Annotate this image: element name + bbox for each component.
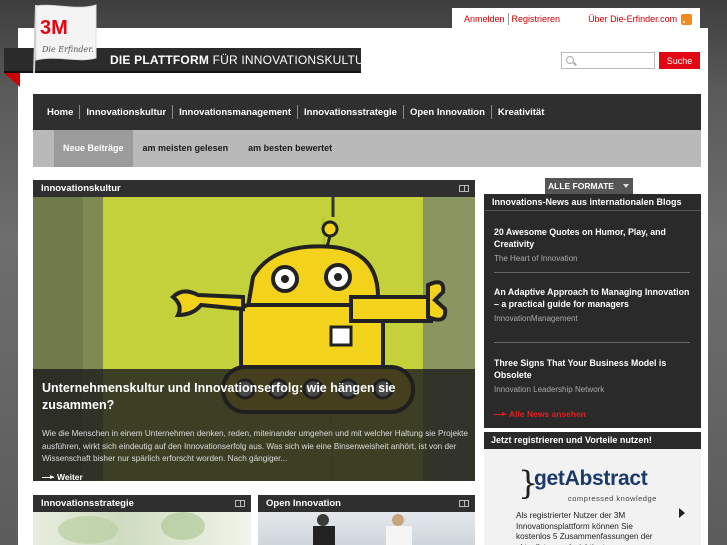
news-source: InnovationManagement — [494, 314, 578, 323]
search-input[interactable] — [561, 52, 655, 69]
news-item[interactable]: An Adaptive Approach to Managing Innovat… — [494, 286, 690, 323]
main-navigation: Home Innovationskultur Innovationsmanage… — [33, 94, 701, 130]
formats-dropdown[interactable]: ALLE FORMATE — [545, 178, 633, 194]
all-news-link[interactable]: Alle News ansehen — [494, 409, 586, 419]
nav-innovationskultur[interactable]: Innovationskultur — [80, 107, 172, 118]
tagline-bold: DIE PLATTFORM — [110, 53, 210, 67]
thumb-innovationsstrategie[interactable] — [33, 512, 251, 545]
tab-neue-beitraege[interactable]: Neue Beiträge — [54, 130, 133, 167]
grid-view-icon[interactable] — [459, 185, 469, 192]
thumb-open-innovation[interactable] — [258, 512, 475, 545]
box-innovationsstrategie-title[interactable]: Innovationsstrategie — [41, 498, 134, 509]
login-link[interactable]: Anmelden — [464, 14, 505, 24]
nav-kreativitaet[interactable]: Kreativität — [492, 107, 550, 118]
news-source: Innovation Leadership Network — [494, 385, 605, 394]
feature-more-label: Weiter — [57, 472, 83, 481]
news-source: The Heart of Innovation — [494, 254, 578, 263]
sub-navigation: Neue Beiträge am meisten gelesen am best… — [33, 130, 701, 167]
news-item[interactable]: Three Signs That Your Business Model is … — [494, 357, 690, 394]
news-item[interactable]: 20 Awesome Quotes on Humor, Play, and Cr… — [494, 226, 690, 263]
grid-view-icon[interactable] — [235, 500, 245, 507]
search-button[interactable]: Suche — [659, 52, 700, 69]
search-icon — [566, 56, 574, 64]
logo-3m-text: 3M — [40, 17, 68, 39]
feature-more-link[interactable]: Weiter — [42, 472, 83, 481]
getabstract-logo[interactable]: getAbstract — [520, 467, 648, 491]
divider — [494, 272, 690, 273]
arrow-right-icon — [42, 475, 54, 480]
arrow-right-icon — [494, 412, 506, 417]
feature-teaser: Wie die Menschen in einem Unternehmen de… — [42, 429, 468, 463]
news-title[interactable]: An Adaptive Approach to Managing Innovat… — [494, 286, 690, 310]
register-text: Als registrierter Nutzer der 3M Innovati… — [516, 511, 653, 545]
chevron-down-icon — [623, 184, 629, 188]
feature-article[interactable]: Unternehmenskultur und Innovationserfolg… — [33, 197, 475, 481]
brand-subtitle: compressed knowledge — [568, 494, 657, 503]
tab-best-bewertet[interactable]: am besten bewertet — [238, 130, 342, 167]
tagline-rest: FÜR INNOVATIONSKULTUR — [209, 53, 373, 67]
top-links: Anmelden Registrieren Über Die-Erfinder.… — [452, 8, 700, 30]
feature-category: Innovationskultur — [41, 183, 121, 194]
feature-title[interactable]: Unternehmenskultur und Innovationserfolg… — [42, 380, 422, 414]
register-heading: Jetzt registrieren und Vorteile nutzen! — [484, 432, 701, 449]
news-title[interactable]: 20 Awesome Quotes on Humor, Play, and Cr… — [494, 226, 690, 250]
all-news-label: Alle News ansehen — [509, 409, 587, 419]
nav-open-innovation[interactable]: Open Innovation — [404, 107, 491, 118]
box-open-innovation-title[interactable]: Open Innovation — [266, 498, 341, 509]
box-open-innovation-header: Open Innovation — [258, 495, 475, 512]
grid-view-icon[interactable] — [459, 500, 469, 507]
news-panel: Innovations-News aus internationalen Blo… — [484, 194, 701, 428]
feature-category-header: Innovationskultur — [33, 180, 475, 197]
divider — [507, 13, 509, 25]
box-innovationsstrategie-header: Innovationsstrategie — [33, 495, 251, 512]
red-corner-decoration — [4, 73, 20, 87]
news-heading: Innovations-News aus internationalen Blo… — [484, 194, 701, 211]
people-illustration — [313, 514, 412, 545]
nav-innovationsstrategie[interactable]: Innovationsstrategie — [298, 107, 403, 118]
about-link[interactable]: Über Die-Erfinder.com — [588, 14, 677, 24]
nav-home[interactable]: Home — [41, 107, 79, 118]
formats-label: ALLE FORMATE — [548, 181, 614, 191]
rss-icon[interactable] — [681, 13, 693, 25]
3m-logo-flag[interactable]: 3M Die Erfinder. — [22, 3, 98, 73]
nav-innovationsmanagement[interactable]: Innovationsmanagement — [173, 107, 297, 118]
register-box: Jetzt registrieren und Vorteile nutzen! … — [484, 432, 701, 545]
site-tagline: DIE PLATTFORM FÜR INNOVATIONSKULTUR — [110, 53, 373, 67]
brand-name: getAbstract — [534, 467, 648, 490]
tab-meist-gelesen[interactable]: am meisten gelesen — [133, 130, 239, 167]
divider — [494, 342, 690, 343]
register-link[interactable]: Registrieren — [512, 14, 561, 24]
news-title[interactable]: Three Signs That Your Business Model is … — [494, 357, 690, 381]
next-arrow-icon[interactable] — [679, 508, 685, 518]
logo-tagline-text: Die Erfinder. — [41, 45, 94, 54]
glasses-illustration — [58, 512, 205, 544]
